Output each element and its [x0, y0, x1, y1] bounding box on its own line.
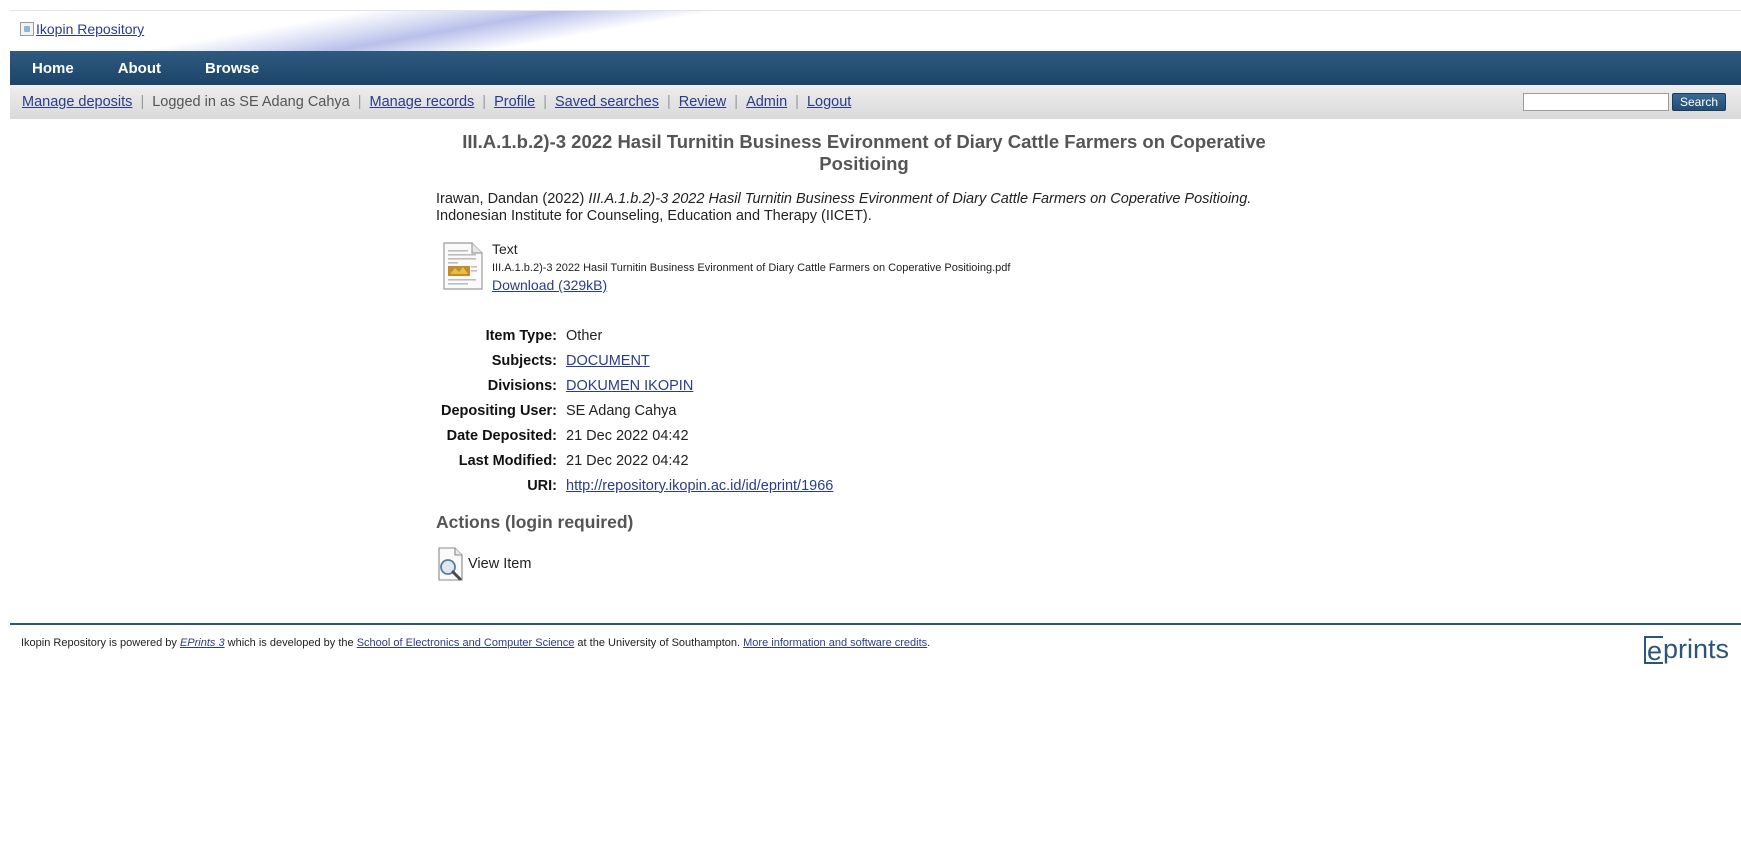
- citation: Irawan, Dandan (2022) III.A.1.b.2)-3 202…: [436, 191, 1306, 225]
- metadata-table: Item Type: Other Subjects: DOCUMENT Divi…: [436, 323, 833, 498]
- separator: |: [666, 94, 671, 110]
- footer-text: Ikopin Repository is powered by EPrints …: [21, 637, 930, 649]
- divisions-label: Divisions:: [487, 377, 558, 394]
- uri-link[interactable]: http://repository.ikopin.ac.id/id/eprint…: [566, 478, 833, 494]
- table-row: Date Deposited: 21 Dec 2022 04:42: [436, 423, 833, 448]
- eprints-logo-e: e: [1643, 635, 1663, 664]
- depositing-user-label: Depositing User:: [441, 402, 558, 419]
- eprints-link[interactable]: EPrints 3: [180, 637, 225, 649]
- citation-authors: Irawan, Dandan (2022): [436, 191, 589, 207]
- school-link[interactable]: School of Electronics and Computer Scien…: [357, 637, 575, 649]
- credits-link[interactable]: More information and software credits: [743, 637, 927, 649]
- search-button[interactable]: Search: [1671, 93, 1726, 111]
- uri-label: URI:: [527, 477, 558, 494]
- depositing-user-value: SE Adang Cahya: [566, 402, 677, 419]
- profile-link[interactable]: Profile: [494, 94, 535, 110]
- nav-about[interactable]: About: [96, 60, 183, 77]
- nav-home[interactable]: Home: [10, 60, 96, 77]
- manage-records-link[interactable]: Manage records: [370, 94, 475, 110]
- broken-image-icon: [20, 22, 34, 36]
- title-line-1: III.A.1.b.2)-3 2022 Hasil Turnitin Busin…: [462, 131, 1266, 152]
- separator: |: [140, 94, 145, 110]
- document-filename: III.A.1.b.2)-3 2022 Hasil Turnitin Busin…: [492, 262, 1011, 274]
- table-row: URI: http://repository.ikopin.ac.id/id/e…: [436, 473, 833, 498]
- text-document-icon[interactable]: [442, 241, 484, 291]
- footer-text-part: Ikopin Repository is powered by: [21, 637, 180, 649]
- review-link[interactable]: Review: [679, 94, 727, 110]
- table-row: Divisions: DOKUMEN IKOPIN: [436, 373, 833, 398]
- date-deposited-value: 21 Dec 2022 04:42: [566, 427, 689, 444]
- table-row: Item Type: Other: [436, 323, 833, 348]
- site-logo-link[interactable]: Ikopin Repository: [20, 21, 144, 37]
- document-block: Text III.A.1.b.2)-3 2022 Hasil Turnitin …: [436, 241, 1306, 293]
- page-title: III.A.1.b.2)-3 2022 Hasil Turnitin Busin…: [436, 131, 1292, 175]
- document-type: Text: [492, 241, 518, 257]
- separator: |: [543, 94, 547, 110]
- main-nav: Home About Browse: [10, 51, 1741, 85]
- title-line-2: Positioing: [819, 153, 909, 174]
- separator: |: [734, 94, 739, 110]
- view-item-label: View Item: [468, 556, 532, 572]
- separator: |: [482, 94, 487, 110]
- citation-title: III.A.1.b.2)-3 2022 Hasil Turnitin Busin…: [588, 191, 1252, 207]
- logout-link[interactable]: Logout: [807, 94, 851, 110]
- subjects-link[interactable]: DOCUMENT: [566, 353, 650, 369]
- footer-text-part: which is developed by the: [224, 637, 357, 649]
- table-row: Last Modified: 21 Dec 2022 04:42: [436, 448, 833, 473]
- admin-link[interactable]: Admin: [746, 94, 787, 110]
- table-row: Depositing User: SE Adang Cahya: [436, 398, 833, 423]
- main-content: III.A.1.b.2)-3 2022 Hasil Turnitin Busin…: [436, 131, 1306, 582]
- eprints-link-text: EPrints 3: [179, 637, 225, 649]
- logged-in-status: Logged in as SE Adang Cahya: [152, 94, 350, 110]
- footer-divider: [10, 623, 1741, 625]
- separator: |: [795, 94, 799, 110]
- subjects-label: Subjects:: [491, 352, 558, 369]
- table-row: Subjects: DOCUMENT: [436, 348, 833, 373]
- download-link[interactable]: Download (329kB): [492, 277, 1010, 293]
- last-modified-value: 21 Dec 2022 04:42: [566, 452, 689, 469]
- separator: |: [357, 94, 362, 110]
- nav-browse[interactable]: Browse: [183, 60, 281, 77]
- saved-searches-link[interactable]: Saved searches: [555, 94, 659, 110]
- citation-publisher: Indonesian Institute for Counseling, Edu…: [436, 208, 872, 224]
- item-type-label: Item Type:: [485, 327, 558, 344]
- actions-heading: Actions (login required): [436, 512, 634, 532]
- site-header: Ikopin Repository: [10, 10, 1741, 52]
- key-tools-bar: Manage deposits | Logged in as SE Adang …: [10, 85, 1741, 119]
- eprints-logo-text: prints: [1662, 634, 1729, 664]
- view-item-action[interactable]: View Item: [436, 546, 1306, 582]
- last-modified-label: Last Modified:: [458, 452, 558, 469]
- manage-deposits-link[interactable]: Manage deposits: [22, 94, 132, 110]
- item-type-value: Other: [566, 327, 603, 344]
- document-info: Text III.A.1.b.2)-3 2022 Hasil Turnitin …: [492, 241, 1010, 293]
- logo-alt-text: Ikopin Repository: [36, 21, 145, 37]
- eprints-logo[interactable]: e prints: [1643, 634, 1729, 665]
- divisions-link[interactable]: DOKUMEN IKOPIN: [566, 378, 693, 394]
- footer-text-part: .: [927, 637, 931, 649]
- footer-text-part: at the University of Southampton.: [574, 637, 744, 649]
- search-input[interactable]: [1523, 93, 1669, 111]
- magnifier-document-icon: [436, 546, 466, 582]
- date-deposited-label: Date Deposited:: [446, 427, 558, 444]
